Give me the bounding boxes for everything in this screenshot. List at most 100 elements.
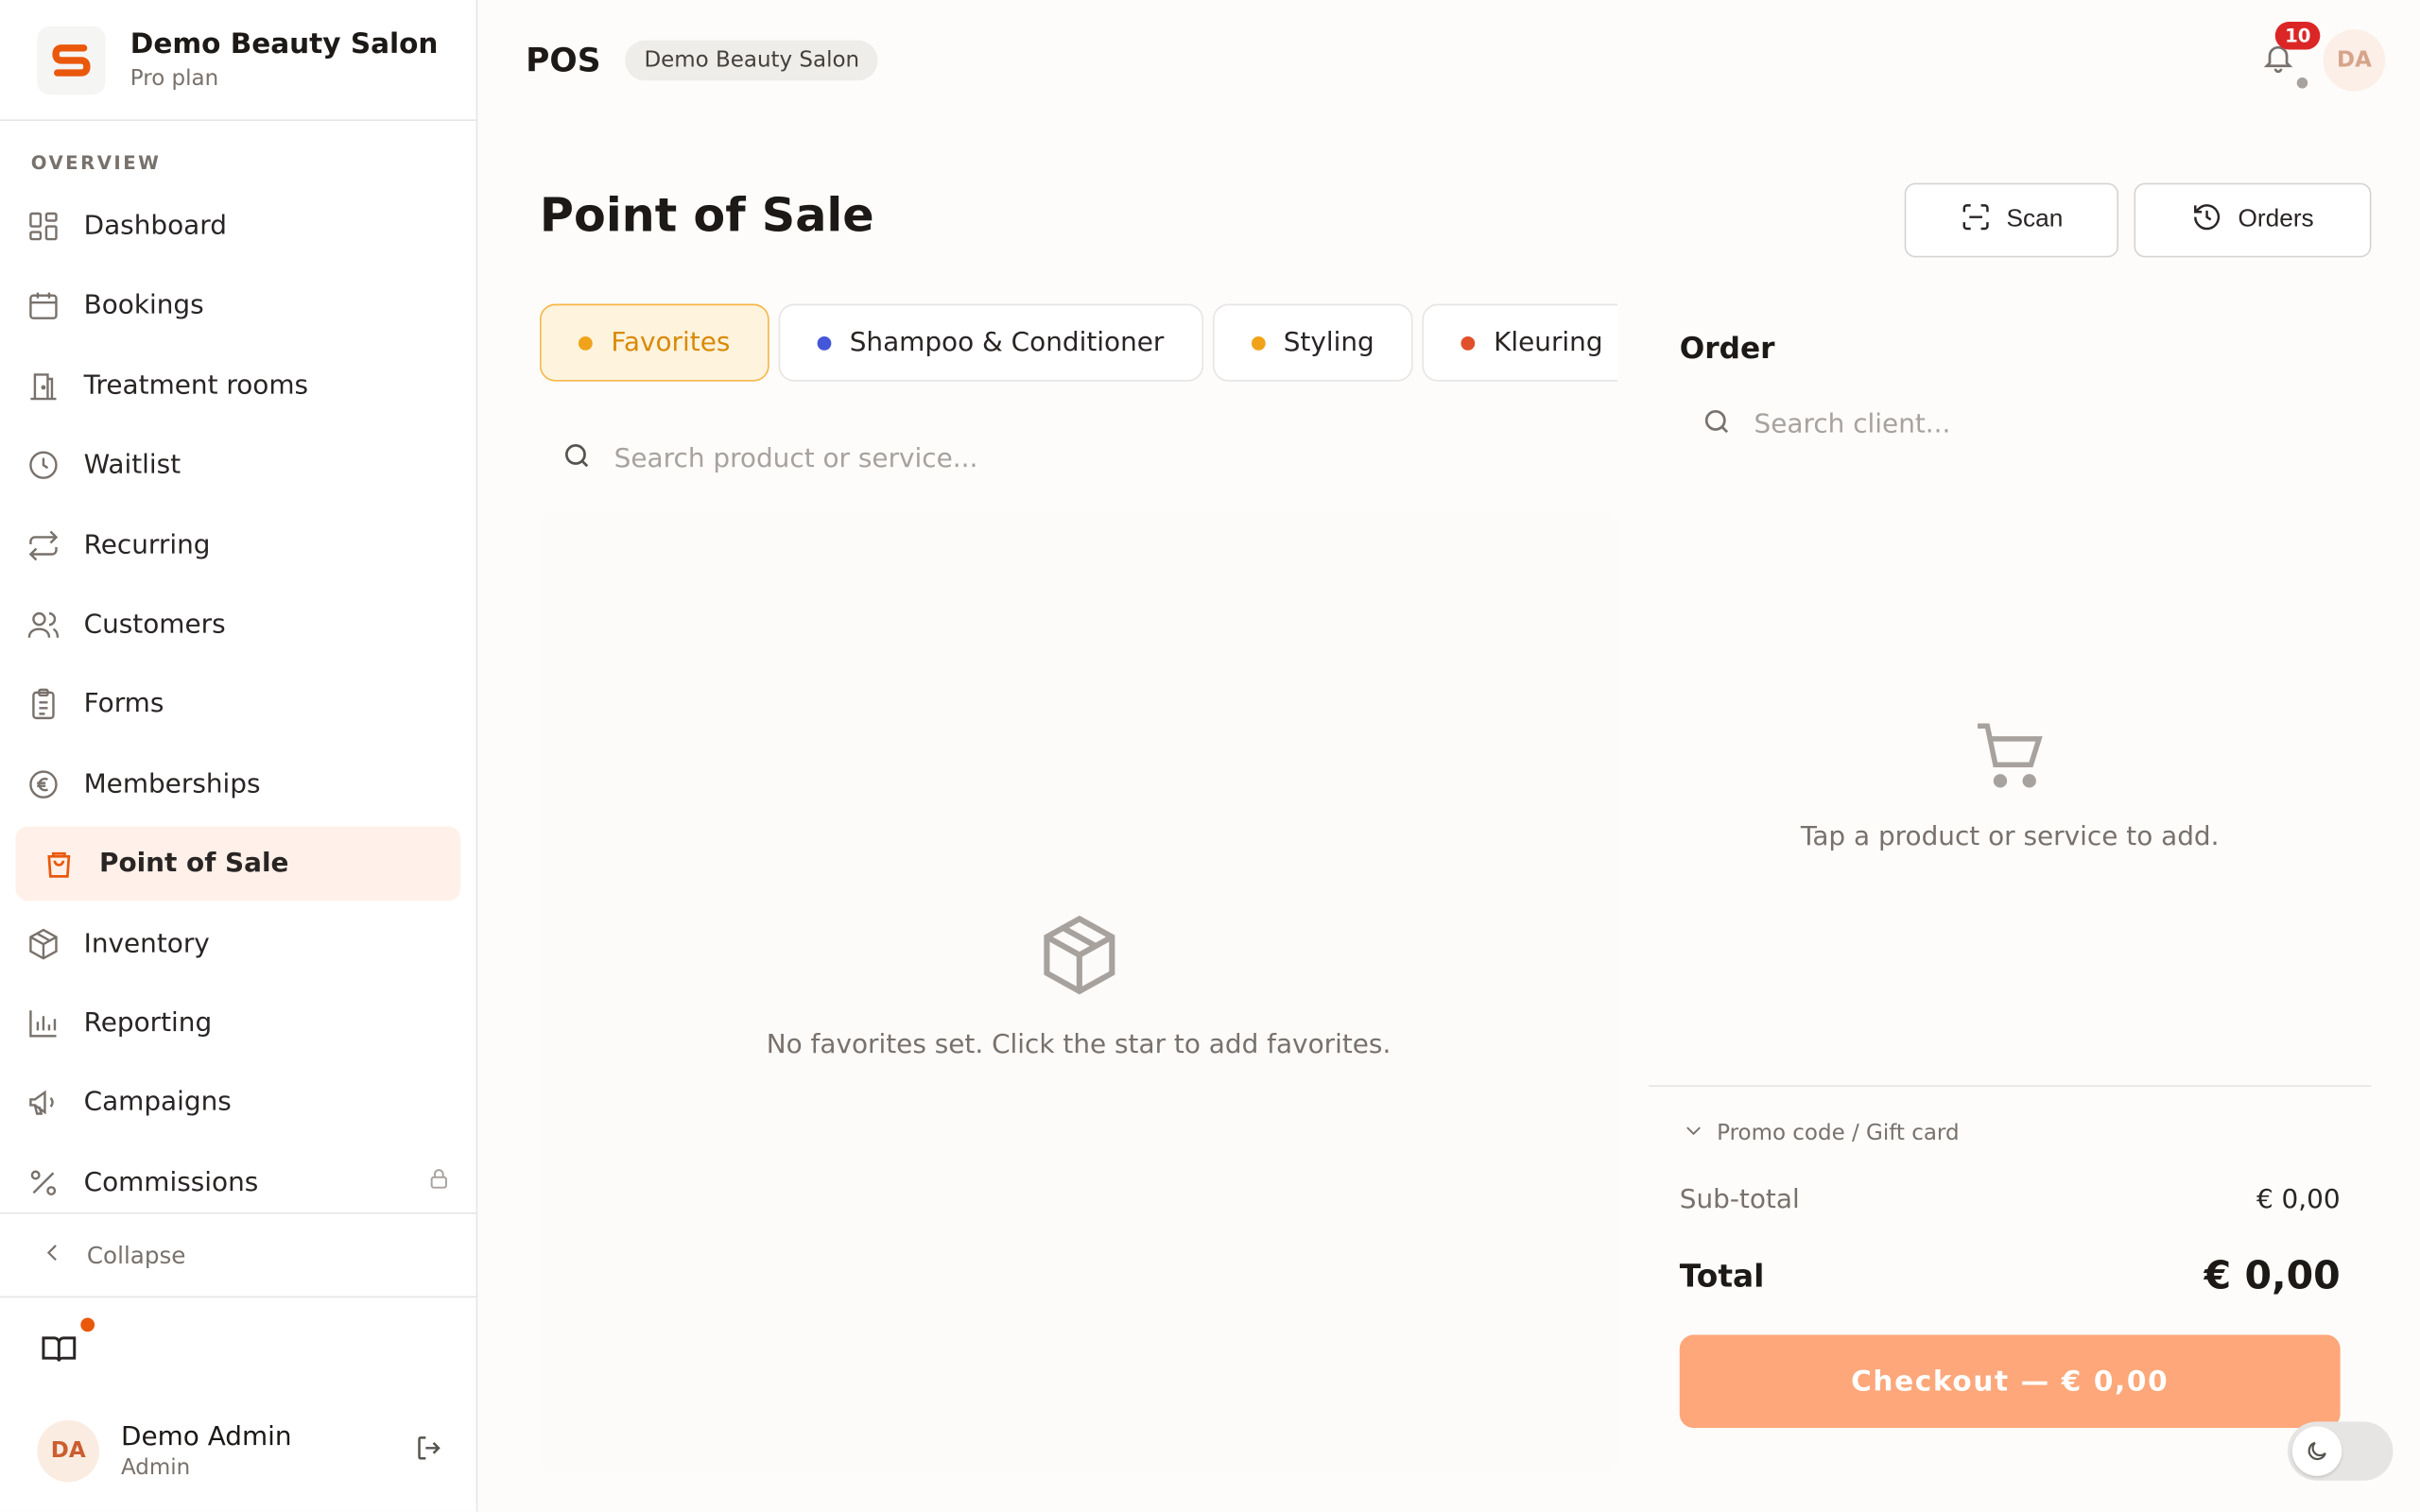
subtotal-value: € 0,00 <box>2256 1184 2341 1216</box>
sidebar-item-recurring[interactable]: Recurring <box>15 507 460 582</box>
sidebar-item-inventory[interactable]: Inventory <box>15 906 460 981</box>
door-icon <box>25 367 61 404</box>
order-panel: Order Tap a product or service to add. P… <box>1648 304 2372 1483</box>
theme-toggle[interactable] <box>2287 1421 2394 1481</box>
megaphone-icon <box>25 1084 61 1121</box>
logout-icon[interactable] <box>414 1433 445 1469</box>
avatar: DA <box>37 1419 99 1483</box>
category-color-dot <box>817 335 832 350</box>
checkout-button[interactable]: Checkout — € 0,00 <box>1679 1334 2341 1428</box>
app-title: POS <box>526 42 601 79</box>
sidebar-item-memberships[interactable]: Memberships <box>15 747 460 821</box>
tab-label: Favorites <box>611 327 731 358</box>
tab-styling[interactable]: Styling <box>1212 303 1413 382</box>
sidebar-item-customers[interactable]: Customers <box>15 588 460 662</box>
promo-label: Promo code / Gift card <box>1717 1121 1960 1146</box>
search-icon <box>562 440 593 477</box>
clock-icon <box>25 447 61 484</box>
sidebar-item-label: Reporting <box>83 1007 213 1040</box>
tab-label: Kleuring <box>1494 327 1603 358</box>
shopping-bag-icon <box>41 845 78 882</box>
sidebar-item-label: Waitlist <box>83 450 182 481</box>
sidebar-item-dashboard[interactable]: Dashboard <box>15 189 460 264</box>
calendar-icon <box>25 287 61 324</box>
brand-header[interactable]: Demo Beauty Salon Pro plan <box>0 0 476 121</box>
orders-button[interactable]: Orders <box>2134 182 2372 258</box>
user-role: Admin <box>120 1455 191 1481</box>
promo-code-toggle[interactable]: Promo code / Gift card <box>1683 1120 1960 1148</box>
category-tabs: Favorites Shampoo & Conditioner Styling … <box>539 303 1618 385</box>
user-profile[interactable]: DA Demo Admin Admin <box>37 1414 444 1488</box>
user-avatar-button[interactable]: DA <box>2323 29 2386 92</box>
tab-favorites[interactable]: Favorites <box>539 303 769 382</box>
brand-plan: Pro plan <box>130 66 219 92</box>
empty-state-text: No favorites set. Click the star to add … <box>766 1029 1392 1061</box>
sidebar-item-label: Recurring <box>83 529 211 561</box>
subtotal-label: Sub-total <box>1679 1184 1800 1216</box>
client-search <box>1702 406 2220 443</box>
total-value: € 0,00 <box>2204 1252 2341 1298</box>
product-search <box>540 421 1617 496</box>
sidebar-item-label: Dashboard <box>83 211 227 242</box>
brand-logo <box>37 26 106 94</box>
cart-icon <box>1971 716 2048 800</box>
sidebar-item-label: Bookings <box>83 290 204 322</box>
cart-empty-text: Tap a product or service to add. <box>1800 821 2220 853</box>
top-bar: POS Demo Beauty Salon <box>477 0 2419 121</box>
status-dot <box>2296 77 2308 89</box>
chevron-left-icon <box>41 1240 65 1271</box>
empty-state: No favorites set. Click the star to add … <box>540 912 1617 1060</box>
book-icon <box>41 1331 78 1374</box>
order-title: Order <box>1679 332 1775 367</box>
total-row: Total € 0,00 <box>1680 1253 2341 1298</box>
sidebar-item-label: Inventory <box>83 927 210 959</box>
tab-label: Styling <box>1283 327 1374 358</box>
chevron-down-icon <box>1683 1120 1704 1148</box>
page-title: Point of Sale <box>539 189 874 244</box>
orders-label: Orders <box>2238 206 2314 233</box>
sidebar-item-forms[interactable]: Forms <box>15 667 460 742</box>
docs-button[interactable] <box>34 1321 83 1383</box>
tab-kleuring[interactable]: Kleuring <box>1422 303 1618 382</box>
subtotal-row: Sub-total € 0,00 <box>1680 1184 2341 1215</box>
scan-button[interactable]: Scan <box>1904 182 2119 258</box>
category-color-dot <box>1251 335 1266 350</box>
nav-heading: OVERVIEW <box>30 151 162 174</box>
sidebar-item-commissions[interactable]: Commissions <box>15 1145 460 1220</box>
package-icon <box>25 925 61 962</box>
collapse-button[interactable]: Collapse <box>0 1211 476 1298</box>
sidebar-item-point-of-sale[interactable]: Point of Sale <box>15 826 461 902</box>
bar-chart-icon <box>25 1005 61 1041</box>
users-icon <box>25 606 61 643</box>
client-search-input[interactable] <box>1754 409 2220 440</box>
sidebar-item-bookings[interactable]: Bookings <box>15 268 460 343</box>
package-icon <box>1035 912 1122 1005</box>
collapse-label: Collapse <box>86 1241 186 1269</box>
sidebar-item-treatment-rooms[interactable]: Treatment rooms <box>15 349 460 423</box>
euro-badge-icon <box>25 765 61 802</box>
search-icon <box>1702 406 1733 443</box>
divider <box>1648 1085 2372 1088</box>
search-input[interactable] <box>614 443 1546 475</box>
sidebar-item-label: Treatment rooms <box>83 369 309 402</box>
scan-icon <box>1960 200 1991 239</box>
docs-unread-dot <box>80 1317 95 1332</box>
lock-icon <box>426 1166 451 1198</box>
product-grid: No favorites set. Click the star to add … <box>539 511 1618 1473</box>
salon-badge[interactable]: Demo Beauty Salon <box>625 40 878 81</box>
notification-count-badge: 10 <box>2275 21 2321 50</box>
sidebar-item-waitlist[interactable]: Waitlist <box>15 428 460 503</box>
sidebar-item-label: Campaigns <box>83 1087 232 1119</box>
percent-icon <box>25 1164 61 1201</box>
user-name: Demo Admin <box>120 1421 292 1453</box>
clipboard-icon <box>25 686 61 723</box>
sidebar-item-reporting[interactable]: Reporting <box>15 986 460 1060</box>
sidebar-item-label: Memberships <box>83 768 261 800</box>
history-icon <box>2191 200 2222 239</box>
tab-shampoo-conditioner[interactable]: Shampoo & Conditioner <box>778 303 1203 382</box>
sidebar-item-campaigns[interactable]: Campaigns <box>15 1066 460 1141</box>
repeat-icon <box>25 526 61 563</box>
category-color-dot <box>1461 335 1476 350</box>
total-label: Total <box>1679 1256 1765 1295</box>
category-color-dot <box>578 335 593 350</box>
